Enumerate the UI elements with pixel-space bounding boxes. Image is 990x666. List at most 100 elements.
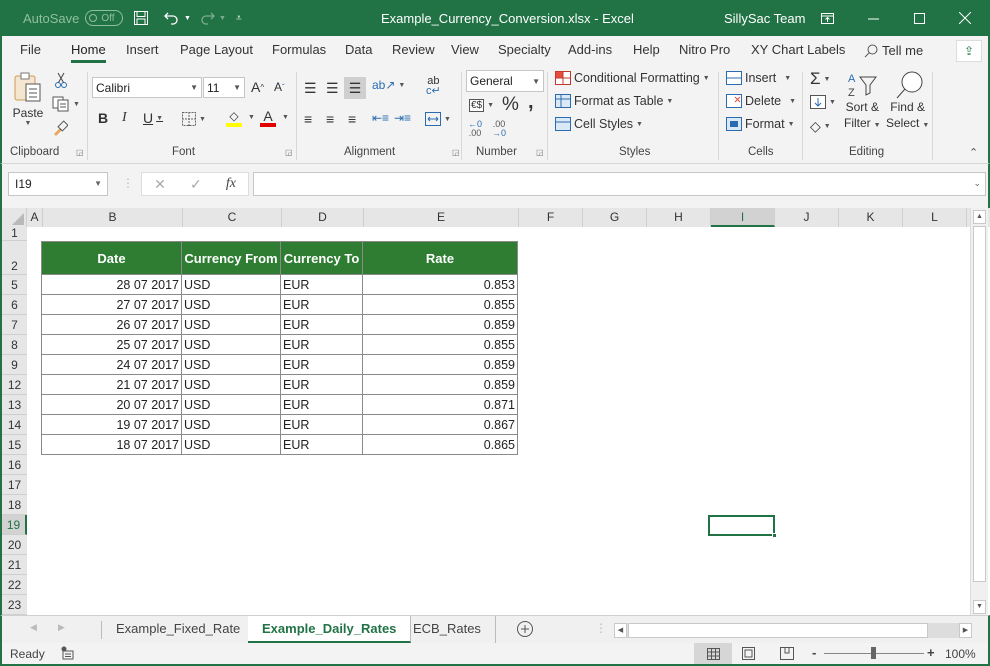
decrease-indent-icon[interactable]: ⇤≡	[372, 111, 389, 125]
vertical-scrollbar[interactable]: ▲ ▼	[970, 208, 988, 615]
currency-from-cell[interactable]: USD	[181, 294, 281, 315]
add-sheet-button[interactable]	[516, 620, 534, 641]
row-header[interactable]: 14	[2, 415, 27, 435]
date-cell[interactable]: 27 07 2017	[41, 294, 182, 315]
scroll-right-icon[interactable]: ▶	[959, 623, 972, 638]
column-header[interactable]: F	[519, 208, 583, 227]
header-rate[interactable]: Rate	[362, 241, 518, 275]
fill-handle[interactable]	[772, 533, 777, 538]
normal-view-button[interactable]	[694, 643, 732, 664]
fill-button[interactable]: ▼	[810, 95, 836, 109]
zoom-level[interactable]: 100%	[945, 647, 976, 661]
row-header[interactable]: 2	[2, 241, 27, 275]
column-header[interactable]: J	[775, 208, 839, 227]
date-cell[interactable]: 19 07 2017	[41, 414, 182, 435]
currency-from-cell[interactable]: USD	[181, 414, 281, 435]
increase-decimal-icon[interactable]: ←0.00	[468, 120, 482, 138]
autosave-switch[interactable]: Off	[85, 10, 124, 26]
font-color-dropdown[interactable]: ▼	[282, 114, 289, 121]
tab-review[interactable]: Review	[392, 36, 435, 66]
macro-record-icon[interactable]	[60, 646, 74, 663]
decrease-font-icon[interactable]: Aˇ	[274, 80, 285, 94]
underline-button[interactable]: U ▼	[143, 110, 163, 126]
date-cell[interactable]: 25 07 2017	[41, 334, 182, 355]
autosum-button[interactable]: Σ ▼	[810, 69, 830, 89]
accounting-format-icon[interactable]: €$ ▼	[469, 99, 494, 112]
date-cell[interactable]: 28 07 2017	[41, 274, 182, 295]
header-currency-to[interactable]: Currency To	[280, 241, 363, 275]
currency-to-cell[interactable]: EUR	[280, 414, 363, 435]
percent-style-button[interactable]: %	[502, 94, 519, 116]
currency-to-cell[interactable]: EUR	[280, 394, 363, 415]
undo-icon[interactable]: ▼	[163, 0, 191, 36]
comma-style-button[interactable]: ,	[528, 91, 534, 114]
row-header[interactable]: 16	[2, 455, 27, 475]
zoom-in-button[interactable]: +	[927, 645, 935, 660]
select-all-button[interactable]	[2, 208, 27, 227]
tab-add-ins[interactable]: Add-ins	[568, 36, 612, 66]
format-cells-button[interactable]: Format ▼	[726, 117, 795, 131]
tab-split-handle[interactable]: ⋮	[595, 621, 607, 635]
tab-specialty[interactable]: Specialty	[498, 36, 551, 66]
prev-sheet-icon[interactable]: ◀	[30, 622, 37, 633]
redo-icon[interactable]: ▼	[198, 0, 226, 36]
sheet-tab-active[interactable]: Example_Daily_Rates	[248, 616, 412, 643]
insert-cells-button[interactable]: Insert ▼	[726, 71, 791, 85]
scroll-down-icon[interactable]: ▼	[973, 600, 986, 614]
wrap-text-icon[interactable]: ab c↵	[426, 76, 441, 97]
tab-page-layout[interactable]: Page Layout	[180, 36, 253, 66]
currency-to-cell[interactable]: EUR	[280, 294, 363, 315]
horizontal-scrollbar[interactable]: ◀ ▶	[614, 623, 972, 638]
row-header[interactable]: 18	[2, 495, 27, 515]
vertical-scroll-thumb[interactable]	[973, 226, 986, 582]
tab-insert[interactable]: Insert	[126, 36, 159, 66]
user-name[interactable]: SillySac Team	[724, 0, 805, 36]
tab-nitro-pro[interactable]: Nitro Pro	[679, 36, 730, 66]
column-header[interactable]: E	[364, 208, 519, 227]
tab-view[interactable]: View	[451, 36, 479, 66]
conditional-formatting-button[interactable]: Conditional Formatting ▼	[555, 71, 710, 85]
column-header[interactable]: B	[43, 208, 183, 227]
italic-button[interactable]: I	[122, 110, 127, 126]
borders-button[interactable]: ▼	[182, 112, 206, 126]
scroll-left-icon[interactable]: ◀	[614, 623, 627, 638]
column-header[interactable]: A	[27, 208, 43, 227]
column-header[interactable]: L	[903, 208, 967, 227]
row-header[interactable]: 7	[2, 315, 27, 335]
expand-formula-icon[interactable]: ⌄	[973, 178, 981, 189]
format-painter-icon[interactable]	[52, 120, 68, 136]
maximize-icon[interactable]	[896, 0, 942, 36]
decrease-decimal-icon[interactable]: .00 →0	[492, 120, 506, 138]
rate-cell[interactable]: 0.859	[362, 314, 518, 335]
align-center-icon[interactable]: ≡	[326, 111, 334, 127]
scroll-up-icon[interactable]: ▲	[973, 210, 986, 224]
row-header[interactable]: 1	[2, 227, 27, 241]
font-name-select[interactable]: Calibri ▼	[92, 77, 202, 98]
page-layout-view-button[interactable]	[742, 647, 755, 663]
enter-icon[interactable]: ✓	[190, 176, 202, 193]
formula-input[interactable]: ⌄	[253, 172, 986, 196]
sheet-tab[interactable]: Example_Fixed_Rate	[102, 616, 256, 643]
drag-handle-icon[interactable]: ⋮	[122, 176, 134, 190]
rate-cell[interactable]: 0.855	[362, 334, 518, 355]
bold-button[interactable]: B	[98, 110, 108, 126]
column-header-selected[interactable]: I	[711, 208, 775, 227]
tell-me-search[interactable]: Tell me	[864, 36, 923, 66]
currency-to-cell[interactable]: EUR	[280, 314, 363, 335]
row-header[interactable]: 22	[2, 575, 27, 595]
increase-indent-icon[interactable]: ⇥≡	[394, 111, 411, 125]
share-button[interactable]: ⇪	[956, 40, 982, 62]
tab-home[interactable]: Home	[71, 36, 106, 66]
row-header[interactable]: 20	[2, 535, 27, 555]
row-header[interactable]: 8	[2, 335, 27, 355]
tab-file[interactable]: File	[20, 36, 41, 66]
rate-cell[interactable]: 0.853	[362, 274, 518, 295]
row-header[interactable]: 15	[2, 435, 27, 455]
next-sheet-icon[interactable]: ▶	[58, 622, 65, 633]
zoom-out-button[interactable]: -	[812, 645, 816, 660]
currency-from-cell[interactable]: USD	[181, 274, 281, 295]
row-header[interactable]: 9	[2, 355, 27, 375]
date-cell[interactable]: 26 07 2017	[41, 314, 182, 335]
align-bottom-icon[interactable]: ☰	[344, 77, 366, 99]
column-header[interactable]: K	[839, 208, 903, 227]
